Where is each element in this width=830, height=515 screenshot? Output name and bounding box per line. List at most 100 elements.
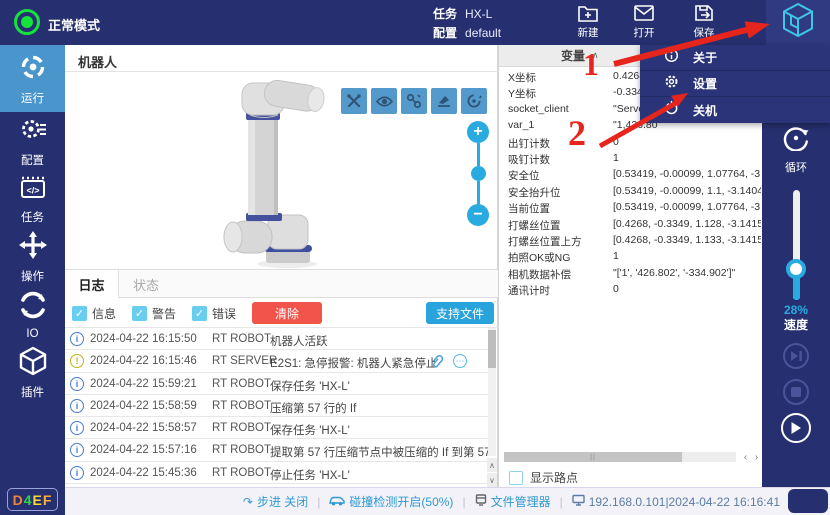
zoom-in-button[interactable]: + [467, 121, 489, 143]
tools-button[interactable] [341, 88, 367, 114]
menu-item-settings[interactable]: 设置 [640, 71, 830, 97]
speed-slider-handle[interactable] [786, 259, 806, 279]
play-button[interactable] [781, 413, 811, 443]
info-icon: i [70, 332, 84, 346]
step-forward-button[interactable] [783, 343, 809, 369]
new-folder-icon [577, 3, 599, 23]
move-arrows-icon [18, 230, 48, 265]
gear-list-icon [18, 114, 48, 149]
app-logo-menu-button[interactable] [766, 0, 830, 45]
log-list: i 2024-04-22 16:15:50 RT ROBOT 机器人活跃 ! 2… [65, 328, 489, 487]
variable-row[interactable]: 出钉计数0 [499, 134, 763, 150]
robot-3d-panel: 机器人 [65, 45, 498, 270]
file-manager-button[interactable]: 文件管理器 [475, 493, 551, 510]
tab-log[interactable]: 日志 [65, 270, 119, 298]
info-icon: i [70, 377, 84, 391]
variables-hscrollbar-thumb[interactable]: || [504, 452, 682, 462]
filter-info-checkbox[interactable]: ✓ 信息 [72, 305, 116, 322]
chevron-up-icon: ∧ [592, 50, 599, 61]
session-code-badge[interactable]: D4EF [7, 488, 58, 511]
sidebar-item-io[interactable]: IO [0, 286, 65, 344]
scroll-right-button[interactable]: › [751, 452, 762, 463]
info-icon: i [70, 443, 84, 457]
info-circle-icon [664, 48, 679, 68]
joint-link-button[interactable] [401, 88, 427, 114]
variable-row[interactable]: 拍照OK或NG1 [499, 248, 763, 264]
more-options-icon[interactable]: ⋯ [453, 354, 467, 368]
cube-logo-icon [780, 1, 816, 44]
info-icon: i [70, 399, 84, 413]
show-waypoints-checkbox[interactable]: 显示路点 [509, 469, 578, 486]
menu-item-about[interactable]: 关于 [640, 45, 830, 71]
speed-slider-track[interactable] [793, 190, 800, 300]
log-row[interactable]: i 2024-04-22 16:15:50 RT ROBOT 机器人活跃 [65, 328, 489, 350]
paperclip-icon[interactable] [430, 353, 445, 374]
view-toolbar [341, 88, 487, 114]
io-cycle-icon [18, 290, 48, 325]
stop-button[interactable] [783, 379, 809, 405]
status-bar: ↷ 步进 关闭 | 碰撞检测开启(50%) | 文件管理器 | 192.168.… [65, 487, 830, 515]
menu-item-shutdown[interactable]: 关机 [640, 97, 830, 123]
sidebar-item-run[interactable]: 运行 [0, 45, 65, 112]
variable-row[interactable]: 当前位置[0.53419, -0.00099, 1.07764, -3.1404… [499, 199, 763, 215]
log-scroll-up-button[interactable]: ∧ [487, 458, 497, 472]
rotate-view-button[interactable] [461, 88, 487, 114]
config-row: 配置default [433, 24, 501, 41]
plugin-cube-icon [18, 346, 48, 381]
filter-error-checkbox[interactable]: ✓ 错误 [192, 305, 236, 322]
open-envelope-icon [633, 3, 655, 23]
app-dropdown-menu: 关于 设置 关机 [640, 45, 830, 123]
new-task-button[interactable]: 新建 [567, 3, 609, 43]
marker-brush-button[interactable] [431, 88, 457, 114]
log-row[interactable]: i 2024-04-22 15:59:21 RT ROBOT 保存任务 'HX-… [65, 373, 489, 395]
speed-value: 28% [762, 303, 830, 317]
step-mode-toggle[interactable]: ↷ 步进 关闭 [243, 493, 308, 510]
log-row[interactable]: i 2024-04-22 15:58:59 RT ROBOT 压缩第 57 行的… [65, 395, 489, 417]
keyboard-toggle-button[interactable] [788, 489, 828, 513]
loop-mode-button[interactable]: 循环 [762, 125, 830, 175]
gear-icon [664, 74, 679, 94]
variable-row[interactable]: 相机数据补偿"['1', '426.802', '-334.902']" [499, 265, 763, 281]
log-scrollbar-thumb[interactable] [488, 330, 496, 368]
variable-row[interactable]: 吸钉计数1 [499, 150, 763, 166]
open-task-button[interactable]: 打开 [623, 3, 665, 43]
info-icon: i [70, 421, 84, 435]
log-panel: 日志 状态 ✓ 信息 ✓ 警告 ✓ 错误 清除 支持文件 i 2024-04-2… [65, 270, 498, 487]
robot-status-indicator [14, 9, 40, 35]
log-scroll-down-button[interactable]: ∨ [487, 473, 497, 487]
log-scrollbar[interactable] [488, 328, 496, 456]
support-file-button[interactable]: 支持文件 [426, 302, 494, 324]
speed-label: 速度 [762, 316, 830, 333]
log-filter-row: ✓ 信息 ✓ 警告 ✓ 错误 清除 支持文件 [65, 298, 498, 328]
log-row[interactable]: i 2024-04-22 15:45:36 RT ROBOT 停止任务 'HX-… [65, 462, 489, 484]
variable-row[interactable]: 打螺丝位置上方[0.4268, -0.3349, 1.133, -3.14159… [499, 232, 763, 248]
variables-hscrollbar[interactable]: || [504, 452, 736, 462]
sidebar-item-plugin[interactable]: 插件 [0, 344, 65, 402]
connection-ip-time: 192.168.0.101|2024-04-22 16:16:41 [572, 494, 780, 509]
log-row[interactable]: i 2024-04-22 15:57:16 RT ROBOT 提取第 57 行压… [65, 439, 489, 461]
sidebar-item-config[interactable]: 配置 [0, 112, 65, 170]
sidebar-item-task[interactable]: </> 任务 [0, 170, 65, 228]
visibility-eye-button[interactable] [371, 88, 397, 114]
save-task-button[interactable]: 保存 [683, 3, 725, 43]
scroll-left-button[interactable]: ‹ [740, 452, 751, 463]
filter-warn-checkbox[interactable]: ✓ 警告 [132, 305, 176, 322]
log-row[interactable]: i 2024-04-22 15:58:57 RT ROBOT 保存任务 'HX-… [65, 417, 489, 439]
collision-detection-toggle[interactable]: 碰撞检测开启(50%) [329, 493, 453, 510]
nav-sidebar: 运行 配置 </> 任务 操作 IO 插件 D4EF [0, 45, 65, 515]
log-row[interactable]: ! 2024-04-22 16:15:46 RT SERVER E2S1: 急停… [65, 350, 489, 372]
svg-text:</>: </> [26, 186, 39, 196]
zoom-slider-handle[interactable] [471, 166, 486, 181]
code-box-icon: </> [18, 173, 48, 206]
variable-row[interactable]: 打螺丝位置[0.4268, -0.3349, 1.128, -3.14159, … [499, 216, 763, 232]
clear-log-button[interactable]: 清除 [252, 302, 322, 324]
variable-row[interactable]: 通讯计时0 [499, 281, 763, 297]
variable-row[interactable]: 安全位[0.53419, -0.00099, 1.07764, -3.14048… [499, 166, 763, 182]
config-value: default [465, 26, 501, 40]
save-icon [693, 3, 715, 23]
tab-status[interactable]: 状态 [119, 270, 173, 298]
zoom-out-button[interactable]: − [467, 204, 489, 226]
variable-row[interactable]: 安全抬升位[0.53419, -0.00099, 1.1, -3.14048, … [499, 183, 763, 199]
sidebar-item-operate[interactable]: 操作 [0, 228, 65, 286]
collision-car-icon [329, 495, 345, 509]
